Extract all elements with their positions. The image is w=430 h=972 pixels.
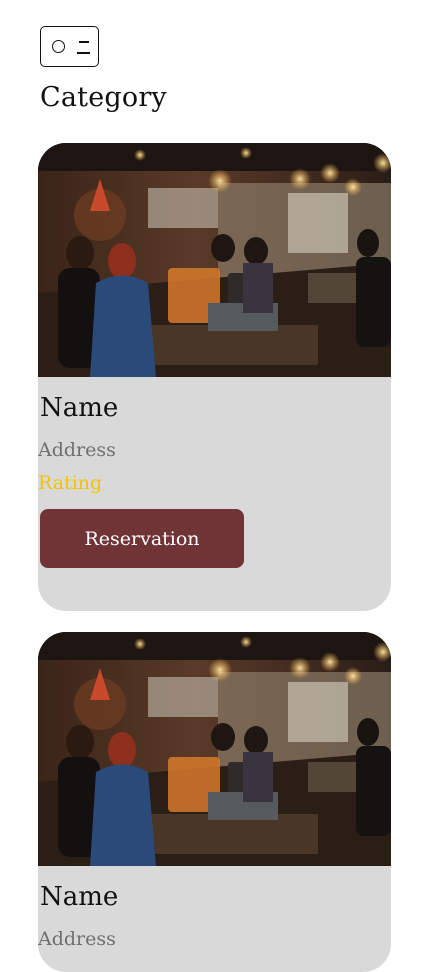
restaurant-photo [38,632,391,866]
restaurant-name: Name [40,882,119,912]
restaurant-address: Address [38,439,116,461]
menu-line-icon [79,41,89,43]
restaurant-card[interactable]: Name Address [38,632,391,972]
page-title: Category [40,82,167,113]
restaurant-rating: Rating [38,472,103,494]
restaurant-name: Name [40,393,119,423]
restaurant-photo [38,143,391,377]
reservation-button[interactable]: Reservation [40,509,244,568]
toggle-menu-icon [52,40,65,53]
menu-toggle-button[interactable] [40,26,99,67]
menu-line-icon [77,52,90,54]
restaurant-address: Address [38,928,116,950]
restaurant-card[interactable]: Name Address Rating Reservation [38,143,391,611]
